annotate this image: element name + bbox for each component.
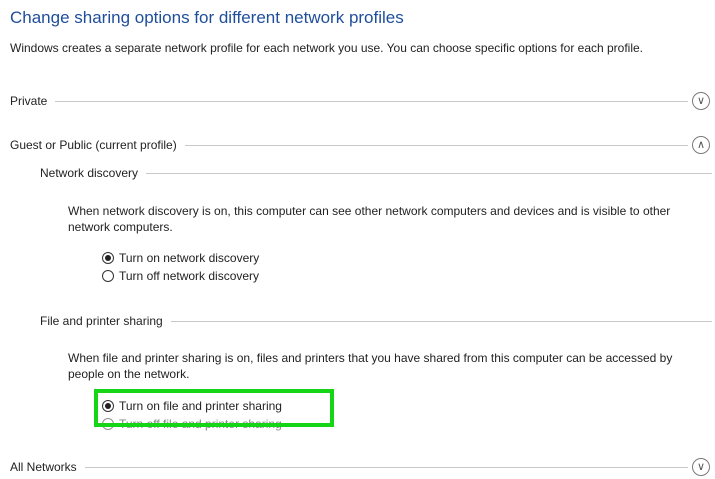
profile-private-label: Private (10, 94, 48, 108)
network-discovery-header: Network discovery (40, 166, 139, 180)
profile-private-header[interactable]: Private ∨ (10, 92, 710, 110)
radio-label: Turn on network discovery (119, 251, 260, 265)
radio-selected-icon[interactable] (102, 252, 114, 264)
file-sharing-text: When file and printer sharing is on, fil… (68, 351, 673, 381)
network-discovery-section: Network discovery (40, 166, 712, 180)
chevron-up-icon[interactable]: ∧ (692, 136, 710, 154)
radio-turn-on-network-discovery[interactable]: Turn on network discovery (102, 251, 259, 265)
divider (146, 172, 712, 174)
profile-all-networks-label: All Networks (10, 460, 77, 474)
divider (84, 466, 688, 468)
divider (170, 320, 712, 322)
page-title: Change sharing options for different net… (10, 8, 404, 27)
profile-guest-header[interactable]: Guest or Public (current profile) ∧ (10, 136, 710, 154)
profile-guest-label: Guest or Public (current profile) (10, 138, 177, 152)
divider (55, 100, 688, 102)
radio-turn-off-network-discovery[interactable]: Turn off network discovery (102, 269, 259, 283)
profile-all-networks-header[interactable]: All Networks ∨ (10, 458, 710, 476)
radio-label: Turn off network discovery (119, 269, 260, 283)
highlight-box (94, 389, 334, 427)
radio-unselected-icon[interactable] (102, 270, 114, 282)
file-sharing-section: File and printer sharing (40, 314, 712, 328)
file-sharing-header: File and printer sharing (40, 314, 163, 328)
divider (184, 144, 688, 146)
page-description: Windows creates a separate network profi… (10, 41, 644, 55)
chevron-down-icon[interactable]: ∨ (692, 458, 710, 476)
network-discovery-text: When network discovery is on, this compu… (68, 204, 671, 234)
chevron-down-icon[interactable]: ∨ (692, 92, 710, 110)
